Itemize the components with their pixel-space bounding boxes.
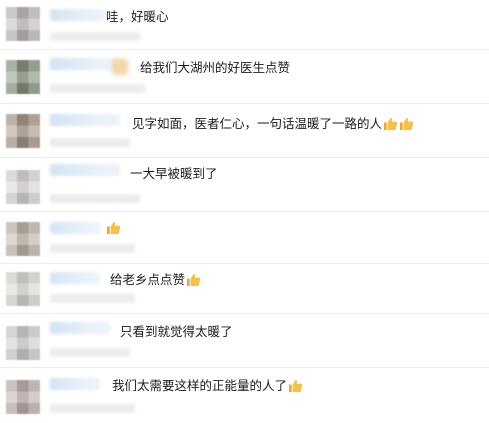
- thumbs-up-icon: [288, 378, 303, 393]
- meta-blurred: [50, 32, 140, 41]
- comment-text: 哇，好暖心: [106, 9, 169, 25]
- comment-text: 给我们大湖州的好医生点赞: [140, 60, 290, 76]
- comment-row: 见字如面，医者仁心，一句话温暖了一路的人: [0, 104, 489, 158]
- comment-text: 一大早被暖到了: [130, 166, 218, 182]
- thumbs-up-icon: [399, 116, 414, 131]
- meta-blurred: [50, 244, 135, 253]
- comment-row: 我们太需要这样的正能量的人了: [0, 368, 489, 423]
- meta-blurred: [50, 404, 135, 413]
- comment-text: 给老乡点点赞: [110, 272, 201, 288]
- avatar[interactable]: [6, 380, 40, 414]
- comment-body: 只看到就觉得太暖了: [120, 324, 233, 339]
- comment-text: [105, 220, 121, 236]
- comment-row: 给老乡点点赞: [0, 264, 489, 314]
- username-blurred[interactable]: [50, 164, 120, 176]
- meta-blurred: [50, 138, 130, 147]
- username-blurred[interactable]: [50, 9, 105, 21]
- thumbs-up-icon: [383, 116, 398, 131]
- comment-body: 给我们大湖州的好医生点赞: [140, 60, 291, 75]
- username-blurred[interactable]: [50, 222, 100, 234]
- username-blurred[interactable]: [50, 114, 120, 126]
- avatar[interactable]: [6, 170, 40, 204]
- comment-body: 见字如面，医者仁心，一句话温暖了一路的人: [132, 116, 383, 131]
- comment-feed: 哇，好暖心 给我们大湖州的好医生点赞 见字如面，医者仁心，一句话温暖了一路的人 …: [0, 0, 489, 423]
- avatar[interactable]: [6, 7, 40, 41]
- avatar[interactable]: [6, 60, 40, 94]
- comment-body: 我们太需要这样的正能量的人了: [112, 378, 288, 393]
- comment-row: 只看到就觉得太暖了: [0, 314, 489, 368]
- comment-row: 给我们大湖州的好医生点赞: [0, 50, 489, 104]
- meta-blurred: [50, 194, 140, 203]
- comment-row: [0, 212, 489, 264]
- comment-text: 见字如面，医者仁心，一句话温暖了一路的人: [132, 116, 414, 132]
- comment-body: 哇，好暖心: [106, 9, 169, 24]
- comment-row: 一大早被暖到了: [0, 158, 489, 212]
- avatar[interactable]: [6, 326, 40, 360]
- thumbs-up-icon: [186, 272, 201, 287]
- meta-blurred: [50, 294, 135, 303]
- meta-blurred: [50, 348, 130, 357]
- avatar[interactable]: [6, 272, 40, 306]
- comment-text: 只看到就觉得太暖了: [120, 324, 233, 340]
- username-blurred[interactable]: [50, 58, 120, 70]
- username-blurred[interactable]: [50, 378, 100, 390]
- meta-blurred: [50, 84, 145, 93]
- username-blurred[interactable]: [50, 272, 100, 284]
- avatar[interactable]: [6, 222, 40, 256]
- comment-body: 给老乡点点赞: [110, 272, 186, 287]
- comment-text: 我们太需要这样的正能量的人了: [112, 378, 303, 394]
- comment-row: 哇，好暖心: [0, 0, 489, 50]
- avatar[interactable]: [6, 114, 40, 148]
- thumbs-up-icon: [106, 220, 121, 235]
- emoji-blurred: [112, 59, 128, 75]
- username-blurred[interactable]: [50, 322, 110, 334]
- comment-body: 一大早被暖到了: [130, 166, 218, 181]
